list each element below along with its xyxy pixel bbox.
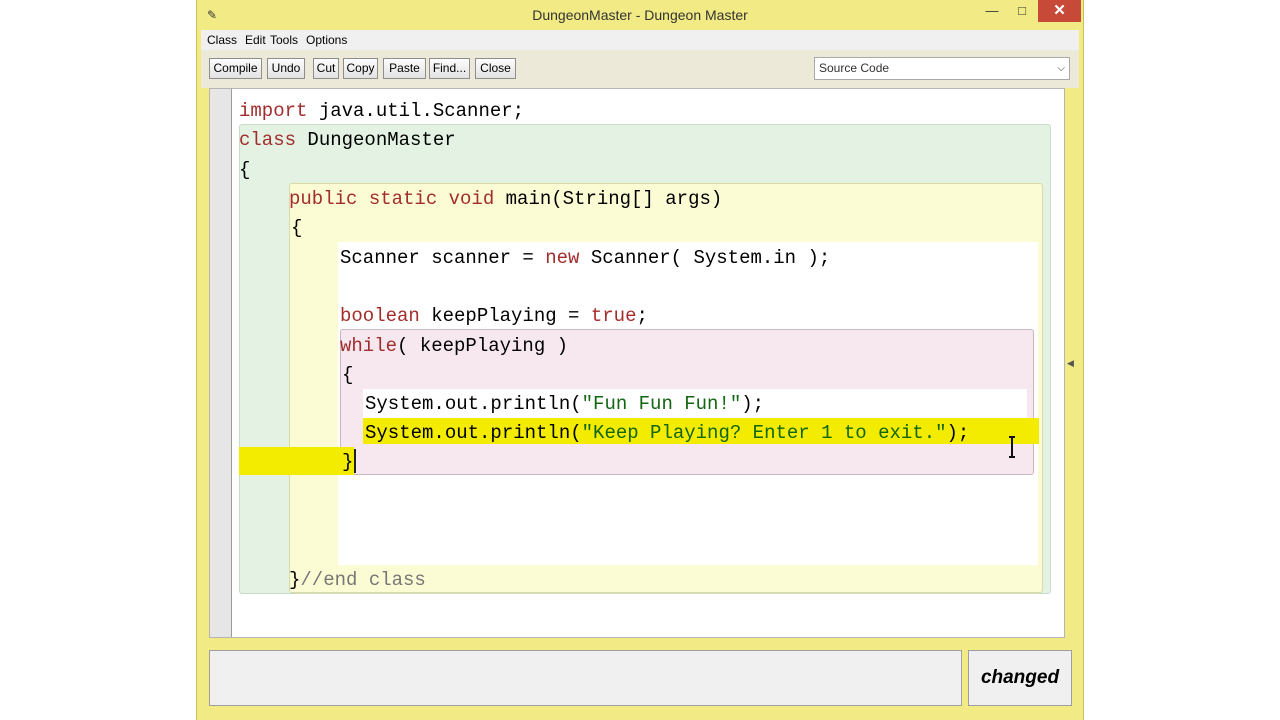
code-line-while: while( keepPlaying ) (340, 334, 568, 358)
message-area (209, 650, 962, 706)
title-bar[interactable]: ✎ DungeonMaster - Dungeon Master — □ ✕ (197, 0, 1083, 30)
keyword: while (340, 335, 398, 357)
keyword: true (590, 305, 637, 327)
compile-button[interactable]: Compile (209, 58, 262, 79)
keyword: class (239, 129, 297, 151)
code-text: ; (636, 305, 648, 327)
line-gutter (210, 89, 232, 637)
code-line-class: class DungeonMaster (239, 128, 456, 152)
code-line-print2: System.out.println("Keep Playing? Enter … (365, 421, 969, 445)
close-icon[interactable]: ✕ (1038, 0, 1081, 22)
copy-button[interactable]: Copy (343, 58, 378, 79)
menu-tools[interactable]: Tools (270, 33, 298, 47)
view-select[interactable]: Source Code ⌵ (814, 57, 1070, 80)
view-select-value: Source Code (819, 61, 890, 75)
undo-button[interactable]: Undo (267, 58, 305, 79)
code-text: System.out.println( (365, 393, 582, 415)
code-text: Scanner scanner = (340, 247, 546, 269)
minimize-icon[interactable]: — (979, 0, 1005, 22)
code-line-scanner: Scanner scanner = new Scanner( System.in… (340, 246, 830, 270)
split-handle-icon[interactable]: ◀ (1067, 358, 1074, 369)
keyword: boolean (340, 305, 420, 327)
window-title: DungeonMaster - Dungeon Master (532, 7, 748, 23)
code-text: keepPlaying = (419, 305, 591, 327)
menu-bar: Class Edit Tools Options (201, 30, 1079, 50)
keyword: new (545, 247, 580, 269)
string-literal: "Keep Playing? Enter 1 to exit." (581, 422, 947, 444)
toolbar: Compile Undo Cut Copy Paste Find... Clos… (201, 50, 1079, 88)
chevron-down-icon: ⌵ (1057, 63, 1065, 74)
comment: //end class (300, 569, 426, 591)
menu-class[interactable]: Class (207, 33, 237, 47)
menu-edit[interactable]: Edit (245, 33, 266, 47)
paste-button[interactable]: Paste (383, 58, 426, 79)
code-text: ( keepPlaying ) (397, 335, 569, 357)
code-editor[interactable]: import java.util.Scanner; class DungeonM… (209, 88, 1065, 638)
editor-window: ✎ DungeonMaster - Dungeon Master — □ ✕ C… (196, 0, 1084, 720)
code-text: ); (946, 422, 970, 444)
code-line-method: public static void main(String[] args) (289, 187, 722, 211)
keyword: import (239, 100, 308, 122)
code-line-class-open: { (239, 159, 251, 181)
code-line-while-open: { (342, 364, 354, 386)
menu-options[interactable]: Options (306, 33, 347, 47)
code-line-class-close: }//end class (289, 568, 426, 592)
code-line-method-open: { (291, 217, 303, 239)
code-text: } (289, 569, 301, 591)
ibeam-cursor-icon (1009, 436, 1015, 458)
code-line-import: import java.util.Scanner; (239, 99, 524, 123)
code-text: Scanner( System.in ); (579, 247, 831, 269)
code-text: DungeonMaster (296, 129, 456, 151)
text-cursor (354, 449, 356, 473)
selection-highlight (239, 447, 354, 475)
code-line-boolean: boolean keepPlaying = true; (340, 304, 648, 328)
string-literal: "Fun Fun Fun!" (581, 393, 742, 415)
code-line-print1: System.out.println("Fun Fun Fun!"); (365, 392, 764, 416)
close-button[interactable]: Close (475, 58, 516, 79)
status-changed-badge: changed (968, 650, 1072, 706)
code-text: main(String[] args) (494, 188, 723, 210)
code-text: ); (741, 393, 765, 415)
code-line-while-close: } (342, 451, 354, 473)
keyword: public static void (289, 188, 495, 210)
cut-button[interactable]: Cut (313, 58, 339, 79)
code-text: System.out.println( (365, 422, 582, 444)
maximize-icon[interactable]: □ (1009, 0, 1035, 22)
code-text: java.util.Scanner; (307, 100, 525, 122)
find-button[interactable]: Find... (429, 58, 470, 79)
